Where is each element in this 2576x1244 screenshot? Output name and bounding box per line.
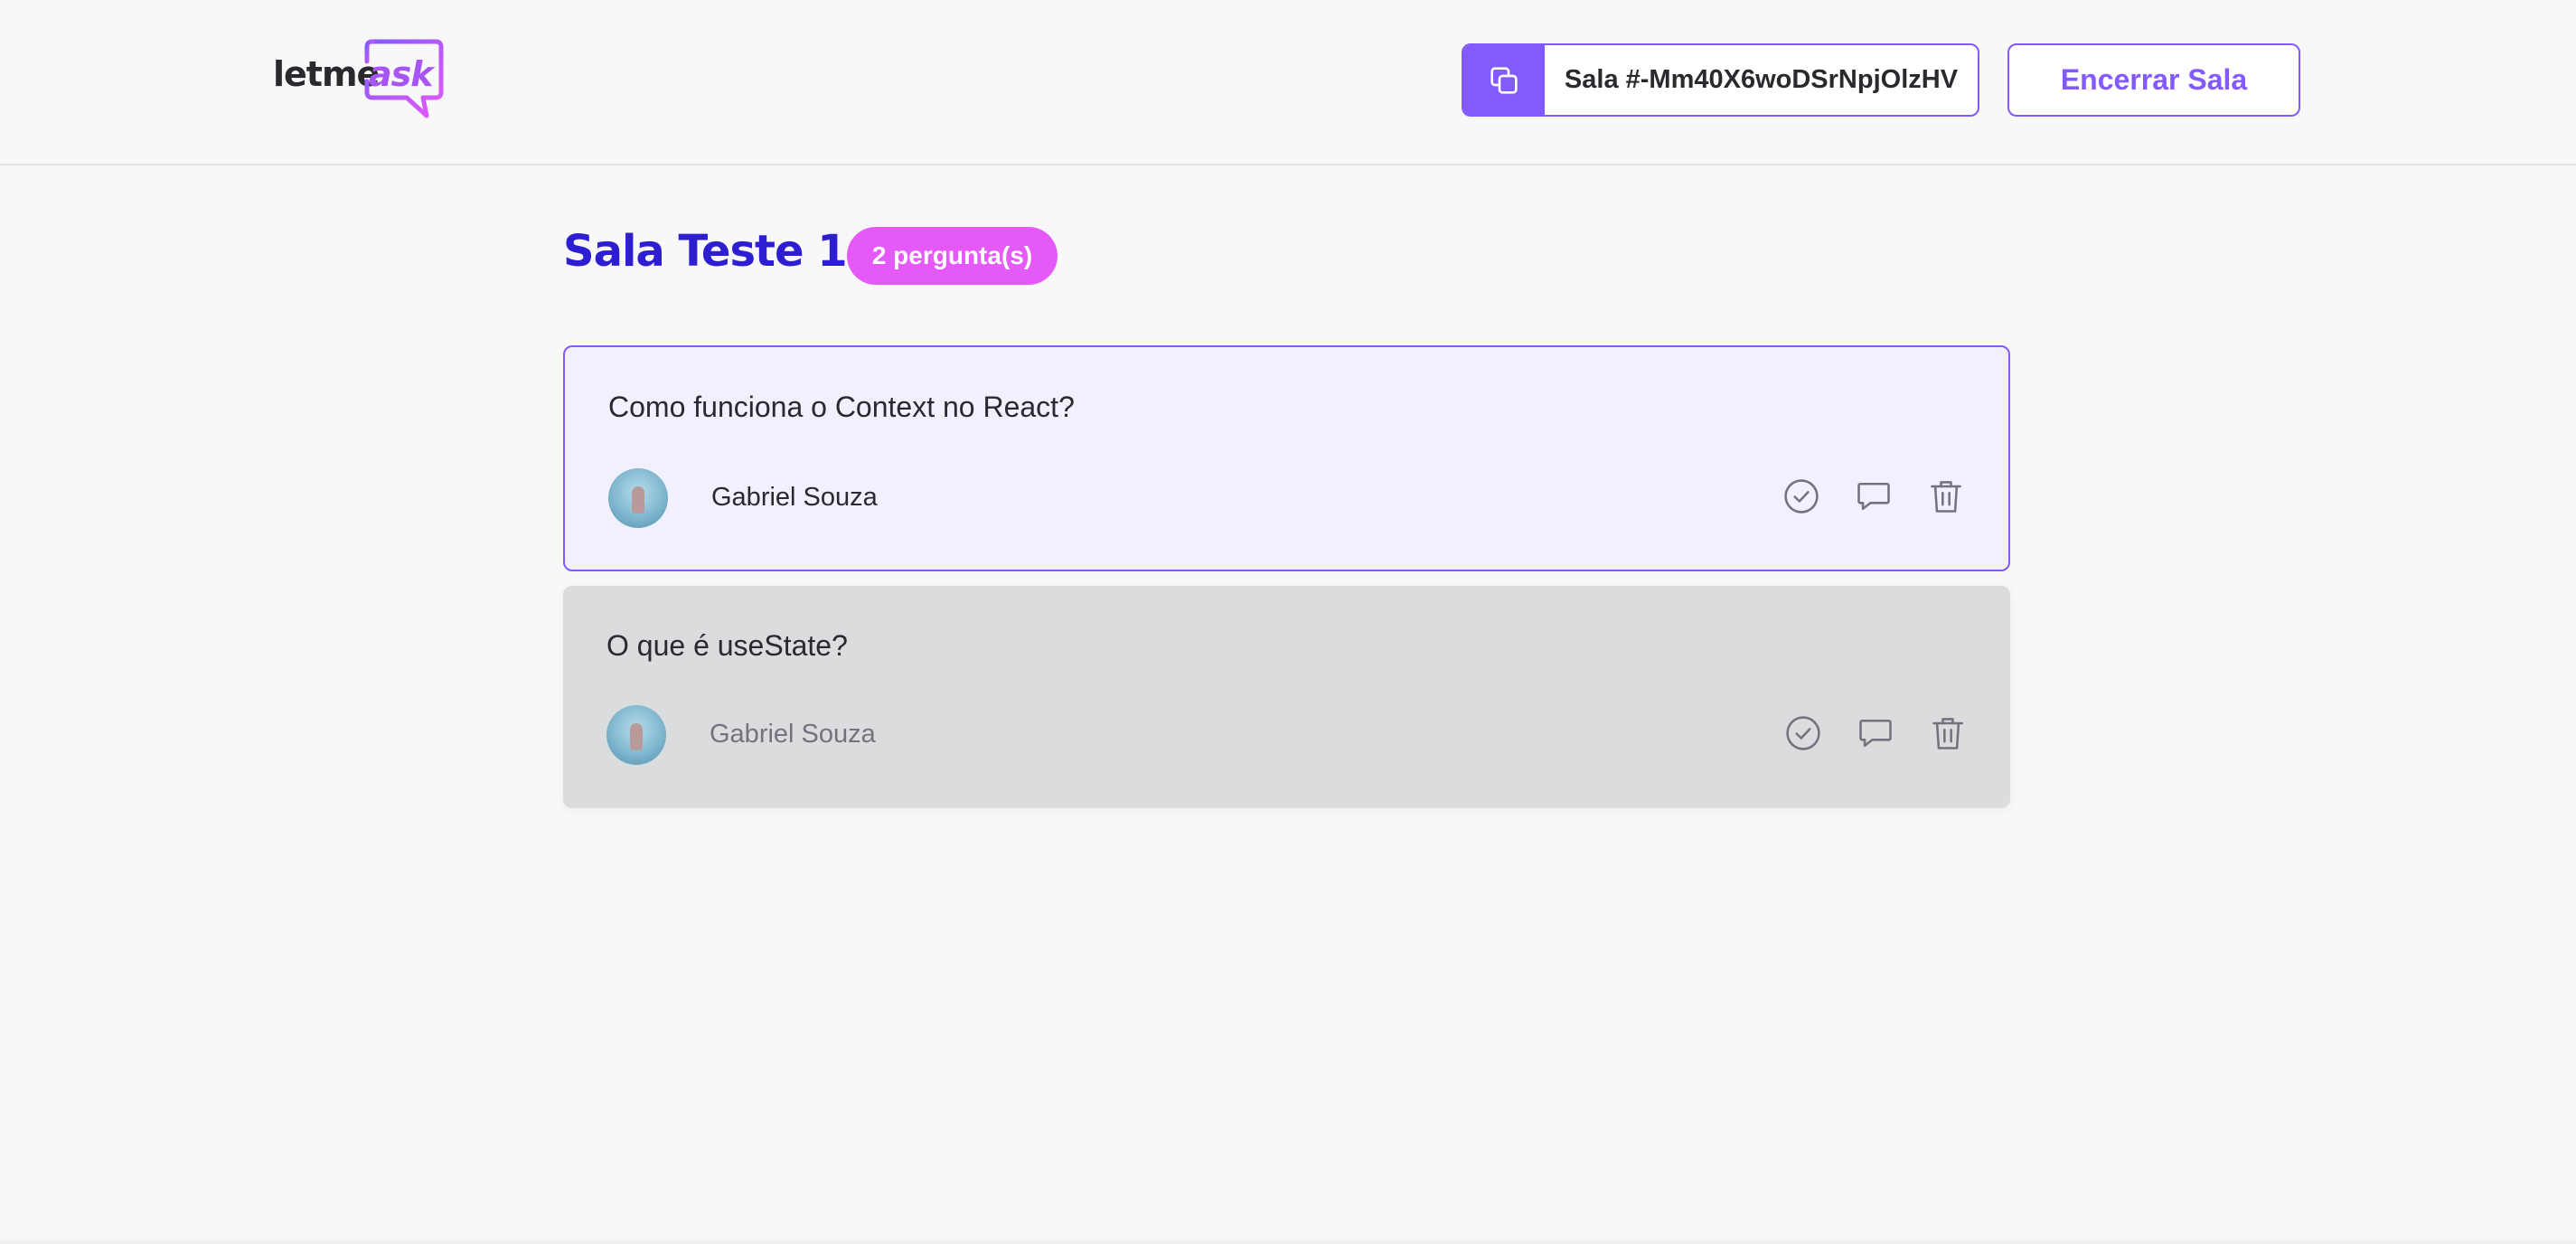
avatar: [608, 468, 668, 528]
check-circle-icon: [1784, 479, 1819, 514]
delete-question-button[interactable]: [1925, 476, 1967, 517]
room-code-label: Sala #-Mm40X6woDSrNpjOlzHV: [1564, 65, 1959, 94]
question-card: Como funciona o Context no React? Gabrie…: [563, 345, 2010, 571]
end-room-button[interactable]: Encerrar Sala: [2007, 43, 2300, 117]
bottom-shadow: [0, 1237, 2576, 1244]
avatar: [606, 705, 666, 765]
question-card: O que é useState? Gabriel Souza: [563, 586, 2010, 808]
question-actions: [1782, 712, 1969, 754]
header: letme ask Sala #-Mm40X6woDSrNpjOlzHV Enc…: [0, 0, 2576, 165]
copy-icon: [1490, 66, 1518, 94]
answer-icon: [1857, 482, 1890, 511]
copy-icon-box: [1463, 45, 1545, 115]
question-count-badge: 2 pergunta(s): [847, 227, 1058, 285]
question-author: Gabriel Souza: [710, 720, 876, 749]
highlight-question-button[interactable]: [1853, 476, 1894, 517]
highlight-question-button[interactable]: [1855, 712, 1896, 754]
question-content: Como funciona o Context no React?: [608, 391, 1075, 423]
mark-answered-button[interactable]: [1782, 712, 1824, 754]
question-content: O que é useState?: [606, 629, 848, 662]
question-actions: [1781, 476, 1967, 517]
trash-icon: [1932, 718, 1963, 749]
question-author: Gabriel Souza: [711, 483, 878, 512]
copy-room-code-button[interactable]: Sala #-Mm40X6woDSrNpjOlzHV: [1462, 43, 1979, 117]
letmeask-logo: letme ask: [273, 38, 445, 121]
room-title: Sala Teste 1: [563, 226, 848, 277]
logo-ask-text: ask: [369, 54, 434, 94]
delete-question-button[interactable]: [1927, 712, 1969, 754]
check-circle-icon: [1786, 716, 1820, 750]
mark-answered-button[interactable]: [1781, 476, 1822, 517]
answer-icon: [1859, 719, 1892, 748]
trash-icon: [1931, 481, 1961, 513]
